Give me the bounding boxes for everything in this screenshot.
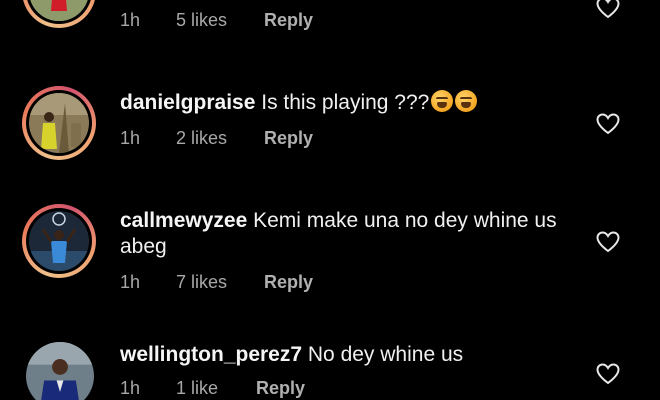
- comment-meta: 1h 2 likes Reply: [120, 128, 313, 149]
- comment-meta: 1h 7 likes Reply: [120, 272, 313, 293]
- like-button[interactable]: [596, 363, 620, 385]
- avatar: [26, 342, 94, 400]
- comment-likes[interactable]: 5 likes: [176, 10, 264, 31]
- like-button[interactable]: [596, 231, 620, 253]
- comment-likes[interactable]: 2 likes: [176, 128, 264, 149]
- avatar: [29, 93, 89, 153]
- comment-text-line: callmewyzee Kemi make una no dey whine u…: [120, 208, 600, 260]
- comment-username[interactable]: callmewyzee: [120, 209, 247, 232]
- avatar: [29, 0, 89, 21]
- heart-outline-icon: [596, 0, 620, 19]
- reply-button[interactable]: Reply: [264, 10, 313, 31]
- avatar: [29, 211, 89, 271]
- reply-button[interactable]: Reply: [264, 128, 313, 149]
- comment-username[interactable]: wellington_perez7: [120, 343, 302, 366]
- comment-text-line: wellington_perez7 No dey whine us: [120, 342, 600, 368]
- comment-time: 1h: [120, 378, 141, 398]
- comment-likes[interactable]: 1 like: [176, 378, 256, 399]
- tired-face-emoji-icon: [455, 90, 478, 112]
- comments-feed: 1h 5 likes Reply danielgpraise Is this p…: [0, 0, 660, 400]
- comment-username[interactable]: danielgpraise: [120, 91, 255, 114]
- reply-button[interactable]: Reply: [264, 272, 313, 293]
- comment-meta: 1h 5 likes Reply: [120, 10, 313, 31]
- comment-text-line: danielgpraise Is this playing ???: [120, 90, 600, 116]
- comment-time: 1h: [120, 272, 141, 292]
- reply-button[interactable]: Reply: [256, 378, 305, 399]
- avatar-suit-figure-icon: [26, 342, 94, 400]
- story-avatar[interactable]: [22, 0, 96, 28]
- like-button[interactable]: [596, 0, 620, 19]
- comment-text: No dey whine us: [307, 343, 464, 366]
- comment-time: 1h: [120, 10, 141, 30]
- tired-face-emoji-icon: [431, 90, 454, 112]
- story-avatar[interactable]: [22, 86, 96, 160]
- avatar-wrapper[interactable]: [26, 342, 94, 400]
- comment-meta: 1h 1 like Reply: [120, 378, 305, 399]
- comment-time: 1h: [120, 128, 141, 148]
- comment-likes[interactable]: 7 likes: [176, 272, 264, 293]
- avatar-outdoor-figure-icon: [29, 93, 89, 153]
- comment-text: Is this playing ???: [261, 91, 430, 114]
- heart-outline-icon: [596, 363, 620, 385]
- like-button[interactable]: [596, 113, 620, 135]
- avatar-red-figure-icon: [29, 0, 89, 21]
- avatar-blue-figure-icon: [29, 211, 89, 271]
- heart-outline-icon: [596, 231, 620, 253]
- heart-outline-icon: [596, 113, 620, 135]
- story-avatar[interactable]: [22, 204, 96, 278]
